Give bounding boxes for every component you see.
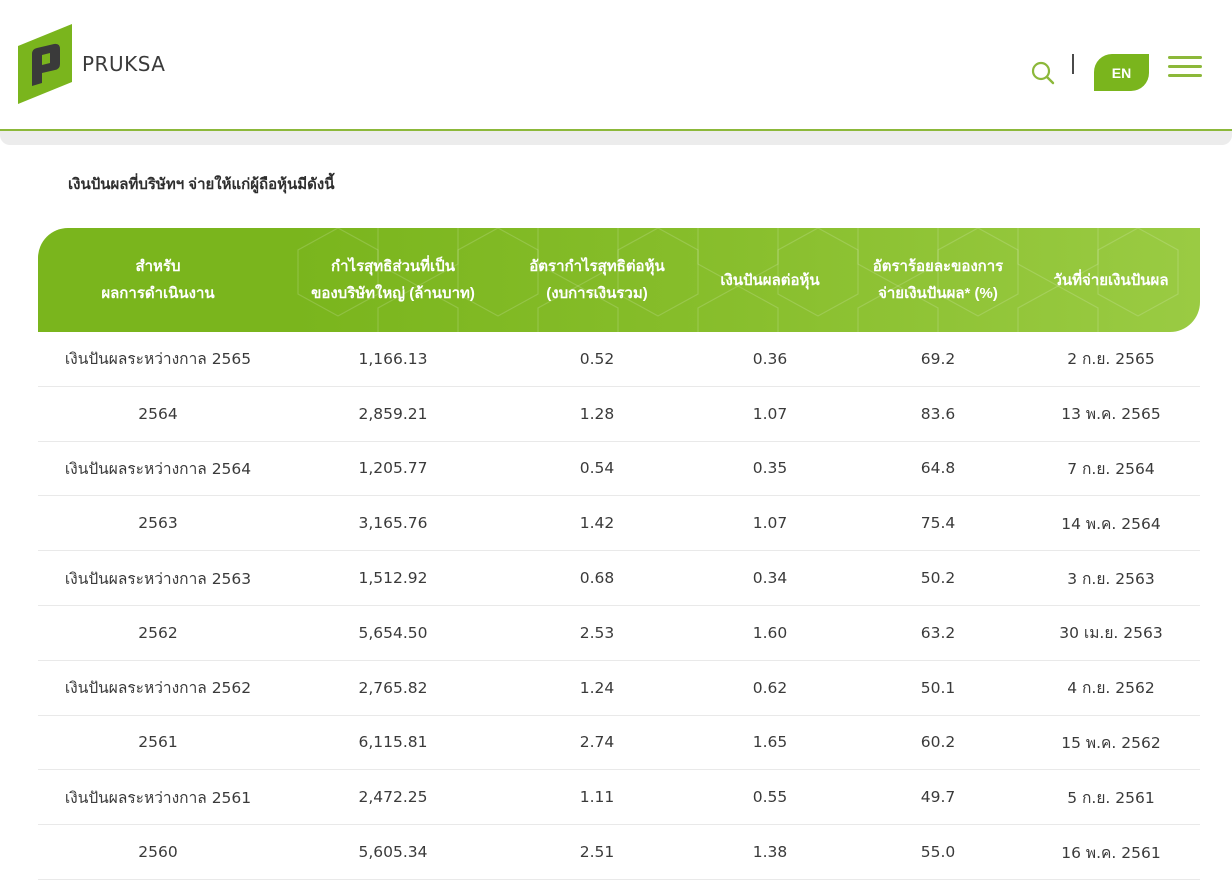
cell-eps: 1.24: [579, 678, 615, 697]
table-header: สำหรับ ผลการดำเนินงาน กำไรสุทธิส่วนที่เป…: [38, 228, 1200, 332]
brand-logo[interactable]: PRUKSA: [18, 24, 165, 104]
cell-eps: 0.68: [579, 569, 615, 588]
table-row: เงินปันผลระหว่างกาล 2564 1,205.77 0.54 0…: [38, 442, 1200, 497]
cell-eps: 1.42: [579, 514, 615, 533]
cell-payment-date: 3 ก.ย. 2563: [1067, 569, 1155, 588]
cell-net-profit: 6,115.81: [358, 733, 428, 752]
cell-payout-ratio: 75.4: [920, 514, 956, 533]
cell-dividend-per-share: 1.60: [752, 623, 788, 642]
pruksa-logo-icon: [18, 24, 72, 104]
cell-net-profit: 3,165.76: [358, 514, 428, 533]
table-row: เงินปันผลระหว่างกาล 2561 2,472.25 1.11 0…: [38, 770, 1200, 826]
cell-payment-date: 2 ก.ย. 2565: [1067, 350, 1155, 369]
cell-dividend-per-share: 0.36: [752, 349, 788, 368]
cell-eps: 1.28: [579, 404, 615, 423]
cell-net-profit: 1,512.92: [358, 569, 428, 588]
cell-dividend-per-share: 0.35: [752, 459, 788, 478]
cell-payment-date: 15 พ.ค. 2562: [1061, 733, 1161, 752]
cell-period: เงินปันผลระหว่างกาล 2562: [64, 679, 252, 698]
cell-payout-ratio: 55.0: [920, 843, 956, 862]
table-row: 2564 2,859.21 1.28 1.07 83.6 13 พ.ค. 256…: [38, 387, 1200, 442]
cell-dividend-per-share: 0.62: [752, 678, 788, 697]
cell-period: 2564: [138, 404, 178, 423]
cell-net-profit: 5,654.50: [358, 623, 428, 642]
cell-eps: 2.74: [579, 733, 615, 752]
table-row: 2561 6,115.81 2.74 1.65 60.2 15 พ.ค. 256…: [38, 716, 1200, 771]
cell-net-profit: 5,605.34: [358, 843, 428, 862]
cell-payment-date: 4 ก.ย. 2562: [1067, 679, 1155, 698]
table-row: เงินปันผลระหว่างกาล 2565 1,166.13 0.52 0…: [38, 332, 1200, 387]
cell-dividend-per-share: 0.55: [752, 788, 788, 807]
cell-net-profit: 2,765.82: [358, 678, 428, 697]
cell-payout-ratio: 50.1: [920, 678, 956, 697]
hamburger-menu-icon[interactable]: [1168, 56, 1202, 78]
cell-period: 2561: [138, 733, 178, 752]
search-icon: [1031, 61, 1055, 85]
cell-eps: 0.52: [579, 349, 615, 368]
cell-eps: 1.11: [579, 788, 615, 807]
cell-payment-date: 14 พ.ค. 2564: [1061, 514, 1161, 533]
cell-dividend-per-share: 0.34: [752, 569, 788, 588]
column-header-dividend-per-share: เงินปันผลต่อหุ้น: [720, 271, 820, 289]
cell-net-profit: 1,205.77: [358, 459, 428, 478]
cell-payout-ratio: 60.2: [920, 733, 956, 752]
search-button[interactable]: [1030, 60, 1056, 86]
cell-dividend-per-share: 1.07: [752, 514, 788, 533]
cell-period: เงินปันผลระหว่างกาล 2563: [64, 569, 252, 588]
cell-dividend-per-share: 1.38: [752, 843, 788, 862]
cell-net-profit: 2,472.25: [358, 788, 428, 807]
cell-eps: 2.53: [579, 623, 615, 642]
cell-dividend-per-share: 1.07: [752, 404, 788, 423]
cell-payment-date: 5 ก.ย. 2561: [1067, 788, 1155, 807]
cell-payout-ratio: 83.6: [920, 404, 956, 423]
language-toggle-button[interactable]: EN: [1094, 54, 1149, 91]
cell-payout-ratio: 63.2: [920, 623, 956, 642]
cell-payout-ratio: 49.7: [920, 788, 956, 807]
cell-period: 2562: [138, 623, 178, 642]
cell-period: 2563: [138, 514, 178, 533]
header-shadow: [0, 131, 1232, 145]
cell-payment-date: 30 เม.ย. 2563: [1059, 624, 1163, 643]
cell-payout-ratio: 50.2: [920, 569, 956, 588]
site-header: PRUKSA EN: [0, 0, 1232, 131]
cell-period: เงินปันผลระหว่างกาล 2561: [64, 788, 252, 807]
cell-period: เงินปันผลระหว่างกาล 2565: [64, 350, 252, 369]
cell-period: 2560: [138, 843, 178, 862]
brand-name: PRUKSA: [82, 52, 166, 76]
cell-payment-date: 13 พ.ค. 2565: [1061, 405, 1161, 424]
table-body: เงินปันผลระหว่างกาล 2565 1,166.13 0.52 0…: [38, 332, 1200, 880]
cell-payout-ratio: 64.8: [920, 459, 956, 478]
table-row: 2562 5,654.50 2.53 1.60 63.2 30 เม.ย. 25…: [38, 606, 1200, 661]
cell-eps: 2.51: [579, 843, 615, 862]
table-row: เงินปันผลระหว่างกาล 2562 2,765.82 1.24 0…: [38, 661, 1200, 716]
cell-period: เงินปันผลระหว่างกาล 2564: [64, 459, 252, 478]
column-header-eps: อัตรากำไรสุทธิต่อหุ้น (งบการเงินรวม): [529, 258, 665, 302]
table-row: 2563 3,165.76 1.42 1.07 75.4 14 พ.ค. 256…: [38, 496, 1200, 552]
dividend-table: สำหรับ ผลการดำเนินงาน กำไรสุทธิส่วนที่เป…: [38, 228, 1200, 880]
table-row: 2560 5,605.34 2.51 1.38 55.0 16 พ.ค. 256…: [38, 825, 1200, 880]
cell-payment-date: 7 ก.ย. 2564: [1067, 459, 1155, 478]
cell-payout-ratio: 69.2: [920, 349, 956, 368]
cell-payment-date: 16 พ.ค. 2561: [1061, 843, 1161, 862]
dividend-intro-text: เงินปันผลที่บริษัทฯ จ่ายให้แก่ผู้ถือหุ้น…: [68, 176, 335, 193]
cell-eps: 0.54: [579, 459, 615, 478]
column-header-net-profit: กำไรสุทธิส่วนที่เป็น ของบริษัทใหญ่ (ล้าน…: [311, 258, 475, 302]
cell-dividend-per-share: 1.65: [752, 733, 788, 752]
cell-net-profit: 2,859.21: [358, 404, 428, 423]
header-divider: [1072, 54, 1074, 74]
table-row: เงินปันผลระหว่างกาล 2563 1,512.92 0.68 0…: [38, 551, 1200, 606]
column-header-payment-date: วันที่จ่ายเงินปันผล: [1053, 271, 1169, 289]
column-header-period: สำหรับ ผลการดำเนินงาน: [101, 258, 215, 302]
column-header-payout-ratio: อัตราร้อยละของการ จ่ายเงินปันผล* (%): [872, 258, 1004, 302]
cell-net-profit: 1,166.13: [358, 349, 428, 368]
